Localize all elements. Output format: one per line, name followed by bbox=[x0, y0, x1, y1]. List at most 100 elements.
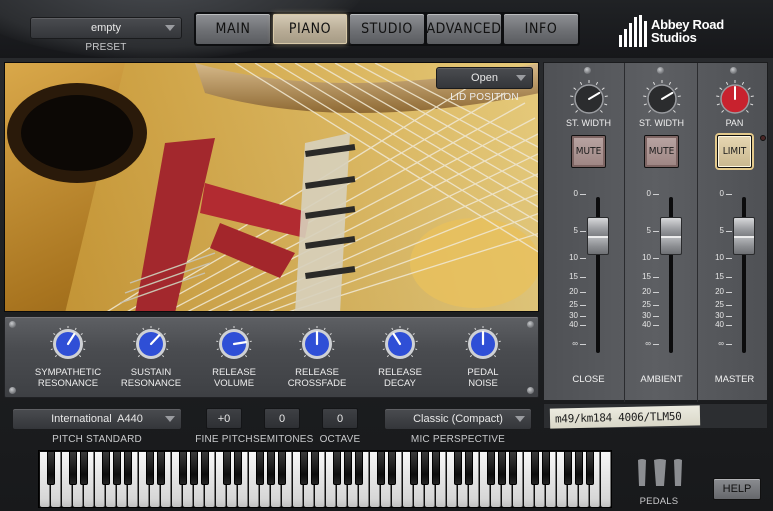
mic-perspective-value: Classic (Compact) bbox=[413, 413, 503, 425]
black-key[interactable] bbox=[421, 451, 429, 485]
piano-keyboard[interactable] bbox=[38, 450, 612, 508]
black-key[interactable] bbox=[564, 451, 572, 485]
logo-bars-icon bbox=[619, 15, 647, 47]
knob-pedal-noise[interactable]: PEDAL NOISE bbox=[443, 325, 523, 389]
channel-name-master: MASTER bbox=[714, 374, 755, 385]
knob-release-decay[interactable]: RELEASE DECAY bbox=[360, 325, 440, 389]
limit-button[interactable]: LIMIT bbox=[717, 135, 752, 168]
black-key[interactable] bbox=[432, 451, 440, 485]
tab-advanced[interactable]: ADVANCED bbox=[426, 14, 501, 44]
mic-note-strip: m49/km184 4006/TLM50 bbox=[543, 403, 768, 429]
lid-position-label: LID POSITION bbox=[450, 92, 519, 103]
black-key[interactable] bbox=[47, 451, 55, 485]
black-key[interactable] bbox=[124, 451, 132, 485]
black-key[interactable] bbox=[278, 451, 286, 485]
white-key[interactable] bbox=[601, 452, 611, 507]
channel-name-close: CLOSE bbox=[572, 374, 605, 385]
stereo-width-knob[interactable] bbox=[569, 79, 609, 119]
black-key[interactable] bbox=[190, 451, 198, 485]
pedals-icon[interactable] bbox=[632, 458, 688, 488]
black-key[interactable] bbox=[223, 451, 231, 485]
stereo-width-knob[interactable] bbox=[642, 79, 682, 119]
black-key[interactable] bbox=[355, 451, 363, 485]
black-key[interactable] bbox=[498, 451, 506, 485]
black-key[interactable] bbox=[586, 451, 594, 485]
screw-icon bbox=[730, 67, 737, 74]
pan-knob[interactable] bbox=[715, 79, 755, 119]
black-key[interactable] bbox=[487, 451, 495, 485]
black-key[interactable] bbox=[344, 451, 352, 485]
stereo-width-label: ST. WIDTH bbox=[639, 118, 684, 128]
black-key[interactable] bbox=[509, 451, 517, 485]
black-key[interactable] bbox=[69, 451, 77, 485]
knob-dial-icon bbox=[50, 326, 86, 359]
tab-info[interactable]: INFO bbox=[504, 14, 578, 44]
fine-pitch-field[interactable]: +0 bbox=[206, 408, 242, 429]
scale-tick bbox=[653, 257, 659, 259]
tab-main[interactable]: MAIN bbox=[196, 14, 270, 44]
fader-ambient[interactable] bbox=[660, 217, 682, 255]
black-key[interactable] bbox=[201, 451, 209, 485]
black-key[interactable] bbox=[542, 451, 550, 485]
scale-tick bbox=[653, 343, 659, 345]
black-key[interactable] bbox=[333, 451, 341, 485]
help-button[interactable]: HELP bbox=[713, 478, 761, 500]
knob-release-crossfade[interactable]: RELEASE CROSSFADE bbox=[277, 325, 357, 389]
black-key[interactable] bbox=[179, 451, 187, 485]
tab-studio[interactable]: STUDIO bbox=[350, 14, 424, 44]
lid-position-dropdown[interactable]: Open bbox=[436, 67, 533, 89]
scale-tick bbox=[580, 304, 586, 306]
black-key[interactable] bbox=[377, 451, 385, 485]
octave-field[interactable]: 0 bbox=[322, 408, 358, 429]
knob-release-volume[interactable]: RELEASE VOLUME bbox=[194, 325, 274, 389]
scale-tick bbox=[726, 304, 732, 306]
scale-label: 20 bbox=[569, 287, 578, 297]
black-key[interactable] bbox=[234, 451, 242, 485]
black-key[interactable] bbox=[410, 451, 418, 485]
screw-icon bbox=[657, 67, 664, 74]
screw-icon bbox=[527, 321, 534, 328]
black-key[interactable] bbox=[300, 451, 308, 485]
black-key[interactable] bbox=[256, 451, 264, 485]
scale-label: 30 bbox=[715, 310, 724, 320]
scale-label: 10 bbox=[642, 252, 651, 262]
scale-tick bbox=[580, 194, 586, 195]
black-key[interactable] bbox=[102, 451, 110, 485]
black-key[interactable] bbox=[575, 451, 583, 485]
black-key[interactable] bbox=[454, 451, 462, 485]
knob-dial-icon bbox=[465, 326, 501, 359]
black-key[interactable] bbox=[113, 451, 121, 485]
piano-knob-panel: SYMPATHETIC RESONANCE SUSTAIN RESONANCE RE… bbox=[4, 316, 539, 398]
scale-tick bbox=[726, 315, 732, 317]
semitones-field[interactable]: 0 bbox=[264, 408, 300, 429]
scale-tick bbox=[580, 315, 586, 317]
mute-button-ambient[interactable]: MUTE bbox=[644, 135, 679, 168]
scale-label: 25 bbox=[642, 299, 651, 309]
knob-sympathetic-resonance[interactable]: SYMPATHETIC RESONANCE bbox=[28, 325, 108, 389]
knob-sustain-resonance[interactable]: SUSTAIN RESONANCE bbox=[111, 325, 191, 389]
mic-perspective-dropdown[interactable]: Classic (Compact) bbox=[384, 408, 532, 430]
pitch-standard-value: International A440 bbox=[51, 413, 143, 425]
black-key[interactable] bbox=[531, 451, 539, 485]
black-key[interactable] bbox=[80, 451, 88, 485]
knob-dial-icon bbox=[216, 326, 252, 359]
black-key[interactable] bbox=[146, 451, 154, 485]
chevron-down-icon bbox=[515, 416, 525, 422]
black-key[interactable] bbox=[465, 451, 473, 485]
mute-button-close[interactable]: MUTE bbox=[571, 135, 606, 168]
tab-piano[interactable]: PIANO bbox=[273, 14, 347, 44]
scale-label: 10 bbox=[569, 252, 578, 262]
pitch-standard-dropdown[interactable]: International A440 bbox=[12, 408, 182, 430]
scale-tick bbox=[653, 292, 659, 294]
black-key[interactable] bbox=[267, 451, 275, 485]
fader-master[interactable] bbox=[733, 217, 755, 255]
scale-label: 25 bbox=[715, 299, 724, 309]
black-key[interactable] bbox=[311, 451, 319, 485]
black-key[interactable] bbox=[388, 451, 396, 485]
fader-close[interactable] bbox=[587, 217, 609, 255]
fader-scale: 0 5 10 15 20 25 30 40 ∞ bbox=[704, 189, 732, 351]
preset-dropdown[interactable]: empty bbox=[30, 17, 182, 39]
screw-icon bbox=[9, 321, 16, 328]
scale-tick bbox=[726, 325, 732, 327]
black-key[interactable] bbox=[157, 451, 165, 485]
